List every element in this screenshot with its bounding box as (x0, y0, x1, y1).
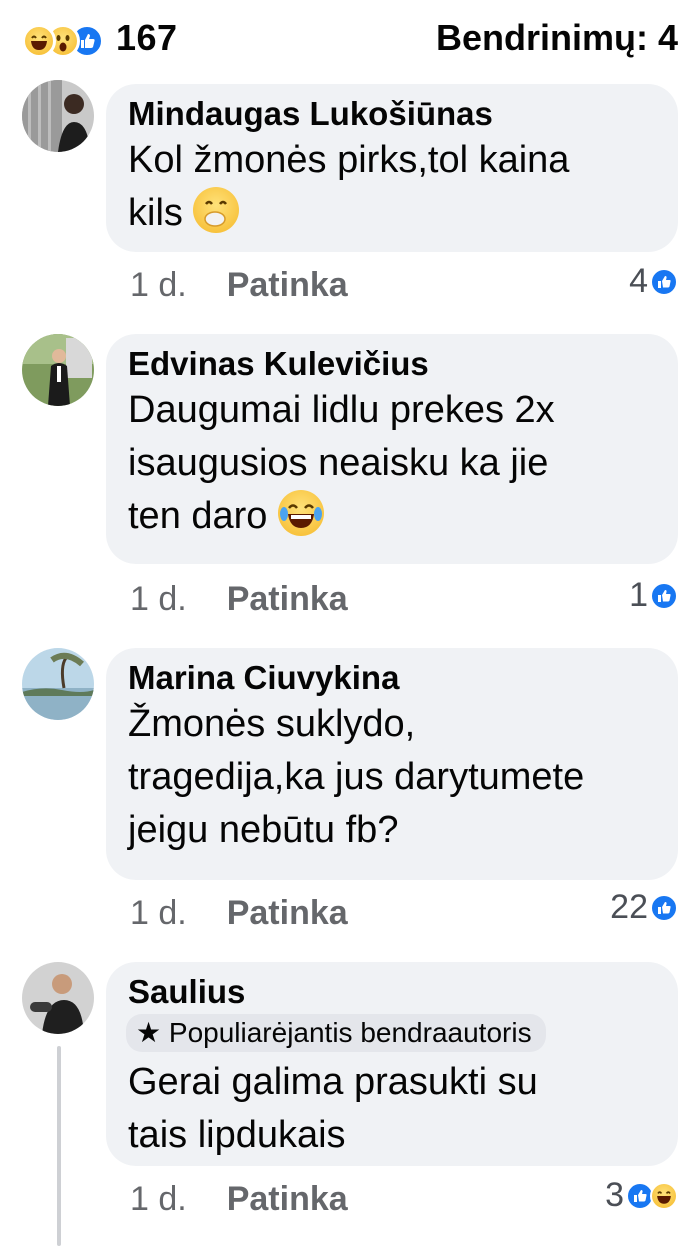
comment-text-line: isaugusios neaisku ka jie (128, 442, 549, 484)
comment-actions: 1 d. Patinka (130, 894, 348, 933)
like-icon (650, 581, 678, 610)
comment-text-line: jeigu nebūtu fb? (128, 809, 399, 851)
comment-text-line: Daugumai lidlu prekes 2x (128, 389, 555, 431)
like-action-button[interactable]: Patinka (227, 266, 348, 304)
like-action-button[interactable]: Patinka (227, 894, 348, 932)
comment-item: Mindaugas Lukošiūnas Kol žmonės pirks,to… (0, 80, 700, 312)
comment-reactions[interactable]: 3 (605, 1176, 678, 1215)
avatar[interactable] (22, 648, 94, 720)
comment-text: Kol žmonės pirks,tol kaina kils (128, 134, 656, 240)
post-stats-bar: 167 Bendrinimų: 4 (0, 0, 700, 80)
comment-reaction-count: 4 (629, 262, 648, 300)
thread-line (57, 1046, 61, 1246)
like-action-button[interactable]: Patinka (227, 1180, 348, 1218)
comment-item: Saulius ★ Populiarėjantis bendraautoris … (0, 962, 700, 1260)
comments-page: 167 Bendrinimų: 4 Mindaugas Lukošiūnas K… (0, 0, 700, 1260)
comment-text: Žmonės suklydo, tragedija,ka jus darytum… (128, 698, 656, 857)
comment-bubble[interactable]: Marina Ciuvykina Žmonės suklydo, tragedi… (106, 648, 678, 880)
comment-reactions[interactable]: 4 (629, 262, 678, 301)
comment-text: Gerai galima prasukti su tais lipdukais (128, 1056, 656, 1162)
comment-bubble[interactable]: Edvinas Kulevičius Daugumai lidlu prekes… (106, 334, 678, 564)
comment-reaction-count: 22 (610, 888, 648, 926)
comment-reaction-count: 1 (629, 576, 648, 614)
comment-text-line: Gerai galima prasukti su (128, 1061, 538, 1103)
comment-item: Edvinas Kulevičius Daugumai lidlu prekes… (0, 334, 700, 634)
comment-text-line: Kol žmonės pirks,tol kaina (128, 139, 570, 181)
comment-bubble[interactable]: Saulius ★ Populiarėjantis bendraautoris … (106, 962, 678, 1166)
tears-of-joy-emoji (278, 490, 325, 536)
avatar[interactable] (22, 962, 94, 1034)
comment-author[interactable]: Marina Ciuvykina (128, 658, 656, 698)
avatar[interactable] (22, 334, 94, 406)
comment-actions: 1 d. Patinka (130, 1180, 348, 1219)
comment-reaction-count: 3 (605, 1176, 624, 1214)
like-icon (650, 267, 678, 296)
shares-count[interactable]: Bendrinimų: 4 (436, 17, 678, 59)
comment-bubble[interactable]: Mindaugas Lukošiūnas Kol žmonės pirks,to… (106, 84, 678, 252)
comment-item: Marina Ciuvykina Žmonės suklydo, tragedi… (0, 648, 700, 948)
rising-contributor-badge[interactable]: ★ Populiarėjantis bendraautoris (126, 1014, 546, 1052)
comment-text-line: Žmonės suklydo, (128, 703, 416, 745)
comment-time[interactable]: 1 d. (130, 894, 187, 932)
like-icon (650, 893, 678, 922)
badge-label: Populiarėjantis bendraautoris (168, 1017, 532, 1048)
comment-actions: 1 d. Patinka (130, 266, 348, 305)
comment-text: Daugumai lidlu prekes 2x isaugusios neai… (128, 384, 656, 543)
reaction-count[interactable]: 167 (116, 17, 178, 59)
reactions-summary[interactable] (22, 24, 112, 58)
smiling-covering-mouth-emoji (193, 187, 240, 233)
avatar[interactable] (22, 80, 94, 152)
comment-author[interactable]: Edvinas Kulevičius (128, 344, 656, 384)
haha-icon (22, 24, 56, 58)
comment-text-line: tais lipdukais (128, 1114, 346, 1156)
comment-reactions[interactable]: 1 (629, 576, 678, 615)
haha-icon (650, 1181, 678, 1210)
comment-time[interactable]: 1 d. (130, 1180, 187, 1218)
star-icon: ★ (136, 1017, 162, 1048)
comment-text-line: tragedija,ka jus darytumete (128, 756, 585, 798)
comment-reactions[interactable]: 22 (610, 888, 678, 927)
comment-author[interactable]: Saulius (128, 972, 656, 1012)
comment-time[interactable]: 1 d. (130, 580, 187, 618)
comment-text-line: kils (128, 192, 183, 234)
comment-time[interactable]: 1 d. (130, 266, 187, 304)
comment-actions: 1 d. Patinka (130, 580, 348, 619)
comment-text-line: ten daro (128, 495, 268, 537)
comment-author[interactable]: Mindaugas Lukošiūnas (128, 94, 656, 134)
like-action-button[interactable]: Patinka (227, 580, 348, 618)
